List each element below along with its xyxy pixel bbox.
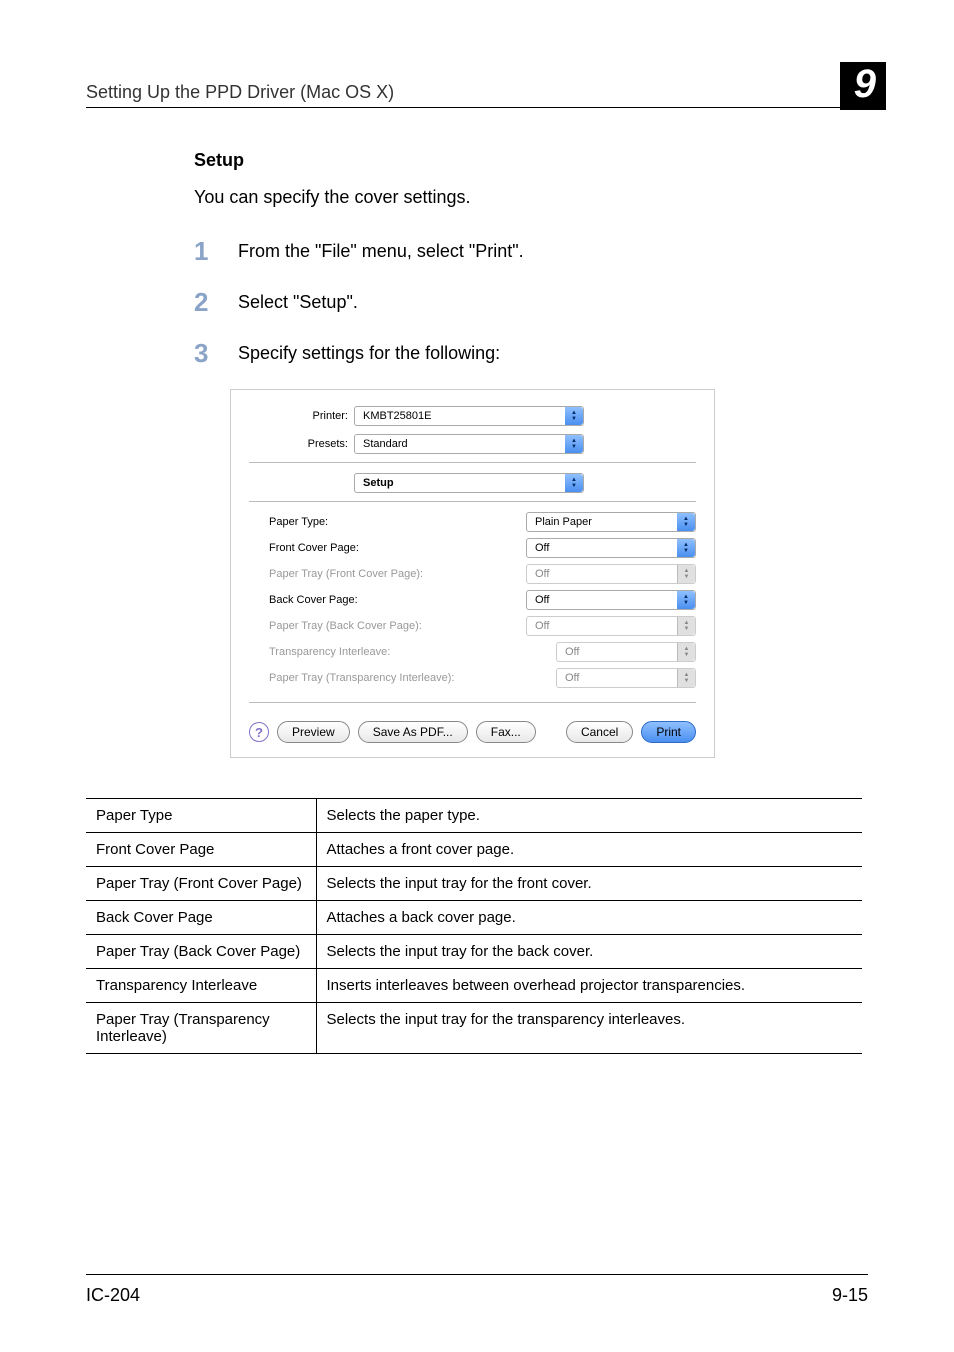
chevron-updown-icon bbox=[565, 474, 583, 492]
table-row: Front Cover Page Attaches a front cover … bbox=[86, 833, 862, 867]
tray-front-row: Paper Tray (Front Cover Page): Off bbox=[269, 564, 696, 584]
table-row: Paper Tray (Back Cover Page) Selects the… bbox=[86, 935, 862, 969]
presets-value: Standard bbox=[355, 438, 416, 450]
front-cover-value: Off bbox=[527, 542, 557, 554]
chevron-updown-icon bbox=[677, 617, 695, 635]
cancel-button[interactable]: Cancel bbox=[566, 721, 633, 743]
desc-cell: Attaches a back cover page. bbox=[316, 901, 862, 935]
pane-value: Setup bbox=[355, 477, 402, 489]
tray-trans-label: Paper Tray (Transparency Interleave): bbox=[269, 672, 454, 684]
tray-front-value: Off bbox=[527, 568, 557, 580]
term-cell: Front Cover Page bbox=[86, 833, 316, 867]
term-cell: Back Cover Page bbox=[86, 901, 316, 935]
presets-row: Presets: Standard bbox=[249, 434, 696, 454]
transparency-select: Off bbox=[556, 642, 696, 662]
presets-label: Presets: bbox=[249, 438, 354, 450]
footer-left: IC-204 bbox=[86, 1285, 140, 1306]
tray-trans-row: Paper Tray (Transparency Interleave): Of… bbox=[269, 668, 696, 688]
step-number: 2 bbox=[194, 287, 238, 318]
tray-back-value: Off bbox=[527, 620, 557, 632]
section-heading: Setup bbox=[194, 150, 862, 171]
setup-panel: Paper Type: Plain Paper Front Cover Page… bbox=[249, 512, 696, 688]
tray-back-select: Off bbox=[526, 616, 696, 636]
step-text: Select "Setup". bbox=[238, 287, 358, 313]
divider bbox=[249, 501, 696, 502]
step-1: 1 From the "File" menu, select "Print". bbox=[194, 236, 862, 267]
transparency-label: Transparency Interleave: bbox=[269, 646, 390, 658]
desc-cell: Attaches a front cover page. bbox=[316, 833, 862, 867]
footer-right: 9-15 bbox=[832, 1285, 868, 1306]
desc-cell: Selects the input tray for the transpare… bbox=[316, 1003, 862, 1054]
term-cell: Paper Tray (Back Cover Page) bbox=[86, 935, 316, 969]
pane-select[interactable]: Setup bbox=[354, 473, 584, 493]
chevron-updown-icon bbox=[677, 643, 695, 661]
divider bbox=[249, 462, 696, 463]
table-row: Back Cover Page Attaches a back cover pa… bbox=[86, 901, 862, 935]
settings-description-table: Paper Type Selects the paper type. Front… bbox=[86, 798, 862, 1054]
chevron-updown-icon bbox=[677, 513, 695, 531]
chevron-updown-icon bbox=[677, 539, 695, 557]
back-cover-select[interactable]: Off bbox=[526, 590, 696, 610]
paper-type-select[interactable]: Plain Paper bbox=[526, 512, 696, 532]
desc-cell: Selects the input tray for the back cove… bbox=[316, 935, 862, 969]
printer-select[interactable]: KMBT25801E bbox=[354, 406, 584, 426]
chevron-updown-icon bbox=[565, 407, 583, 425]
chapter-number: 9 bbox=[840, 62, 886, 110]
transparency-value: Off bbox=[557, 646, 587, 658]
step-number: 3 bbox=[194, 338, 238, 369]
paper-type-row: Paper Type: Plain Paper bbox=[269, 512, 696, 532]
term-cell: Paper Type bbox=[86, 799, 316, 833]
table-row: Paper Tray (Transparency Interleave) Sel… bbox=[86, 1003, 862, 1054]
desc-cell: Selects the paper type. bbox=[316, 799, 862, 833]
page-header-title: Setting Up the PPD Driver (Mac OS X) bbox=[86, 82, 394, 103]
back-cover-value: Off bbox=[527, 594, 557, 606]
divider bbox=[249, 702, 696, 703]
step-text: From the "File" menu, select "Print". bbox=[238, 236, 524, 262]
paper-type-value: Plain Paper bbox=[527, 516, 600, 528]
help-button[interactable]: ? bbox=[249, 722, 269, 742]
step-text: Specify settings for the following: bbox=[238, 338, 500, 364]
term-cell: Paper Tray (Front Cover Page) bbox=[86, 867, 316, 901]
save-as-pdf-button[interactable]: Save As PDF... bbox=[358, 721, 468, 743]
tray-front-select: Off bbox=[526, 564, 696, 584]
print-button[interactable]: Print bbox=[641, 721, 696, 743]
table-row: Transparency Interleave Inserts interlea… bbox=[86, 969, 862, 1003]
table-row: Paper Tray (Front Cover Page) Selects th… bbox=[86, 867, 862, 901]
back-cover-row: Back Cover Page: Off bbox=[269, 590, 696, 610]
step-number: 1 bbox=[194, 236, 238, 267]
step-2: 2 Select "Setup". bbox=[194, 287, 862, 318]
chevron-updown-icon bbox=[677, 669, 695, 687]
step-3: 3 Specify settings for the following: bbox=[194, 338, 862, 369]
chevron-updown-icon bbox=[677, 591, 695, 609]
fax-button[interactable]: Fax... bbox=[476, 721, 536, 743]
section-intro: You can specify the cover settings. bbox=[194, 187, 862, 208]
tray-back-label: Paper Tray (Back Cover Page): bbox=[269, 620, 422, 632]
term-cell: Paper Tray (Transparency Interleave) bbox=[86, 1003, 316, 1054]
pane-row: Setup bbox=[249, 473, 696, 493]
printer-value: KMBT25801E bbox=[355, 410, 439, 422]
tray-trans-select: Off bbox=[556, 668, 696, 688]
tray-front-label: Paper Tray (Front Cover Page): bbox=[269, 568, 423, 580]
front-cover-label: Front Cover Page: bbox=[269, 542, 359, 554]
paper-type-label: Paper Type: bbox=[269, 516, 328, 528]
dialog-footer: ? Preview Save As PDF... Fax... Cancel P… bbox=[249, 721, 696, 743]
tray-trans-value: Off bbox=[557, 672, 587, 684]
printer-row: Printer: KMBT25801E bbox=[249, 406, 696, 426]
back-cover-label: Back Cover Page: bbox=[269, 594, 358, 606]
front-cover-select[interactable]: Off bbox=[526, 538, 696, 558]
desc-cell: Selects the input tray for the front cov… bbox=[316, 867, 862, 901]
front-cover-row: Front Cover Page: Off bbox=[269, 538, 696, 558]
printer-label: Printer: bbox=[249, 410, 354, 422]
desc-cell: Inserts interleaves between overhead pro… bbox=[316, 969, 862, 1003]
print-dialog: Printer: KMBT25801E Presets: Standard Se… bbox=[230, 389, 715, 758]
page-footer: IC-204 9-15 bbox=[86, 1274, 868, 1306]
preview-button[interactable]: Preview bbox=[277, 721, 350, 743]
tray-back-row: Paper Tray (Back Cover Page): Off bbox=[269, 616, 696, 636]
term-cell: Transparency Interleave bbox=[86, 969, 316, 1003]
presets-select[interactable]: Standard bbox=[354, 434, 584, 454]
chevron-updown-icon bbox=[677, 565, 695, 583]
transparency-row: Transparency Interleave: Off bbox=[269, 642, 696, 662]
chevron-updown-icon bbox=[565, 435, 583, 453]
table-row: Paper Type Selects the paper type. bbox=[86, 799, 862, 833]
